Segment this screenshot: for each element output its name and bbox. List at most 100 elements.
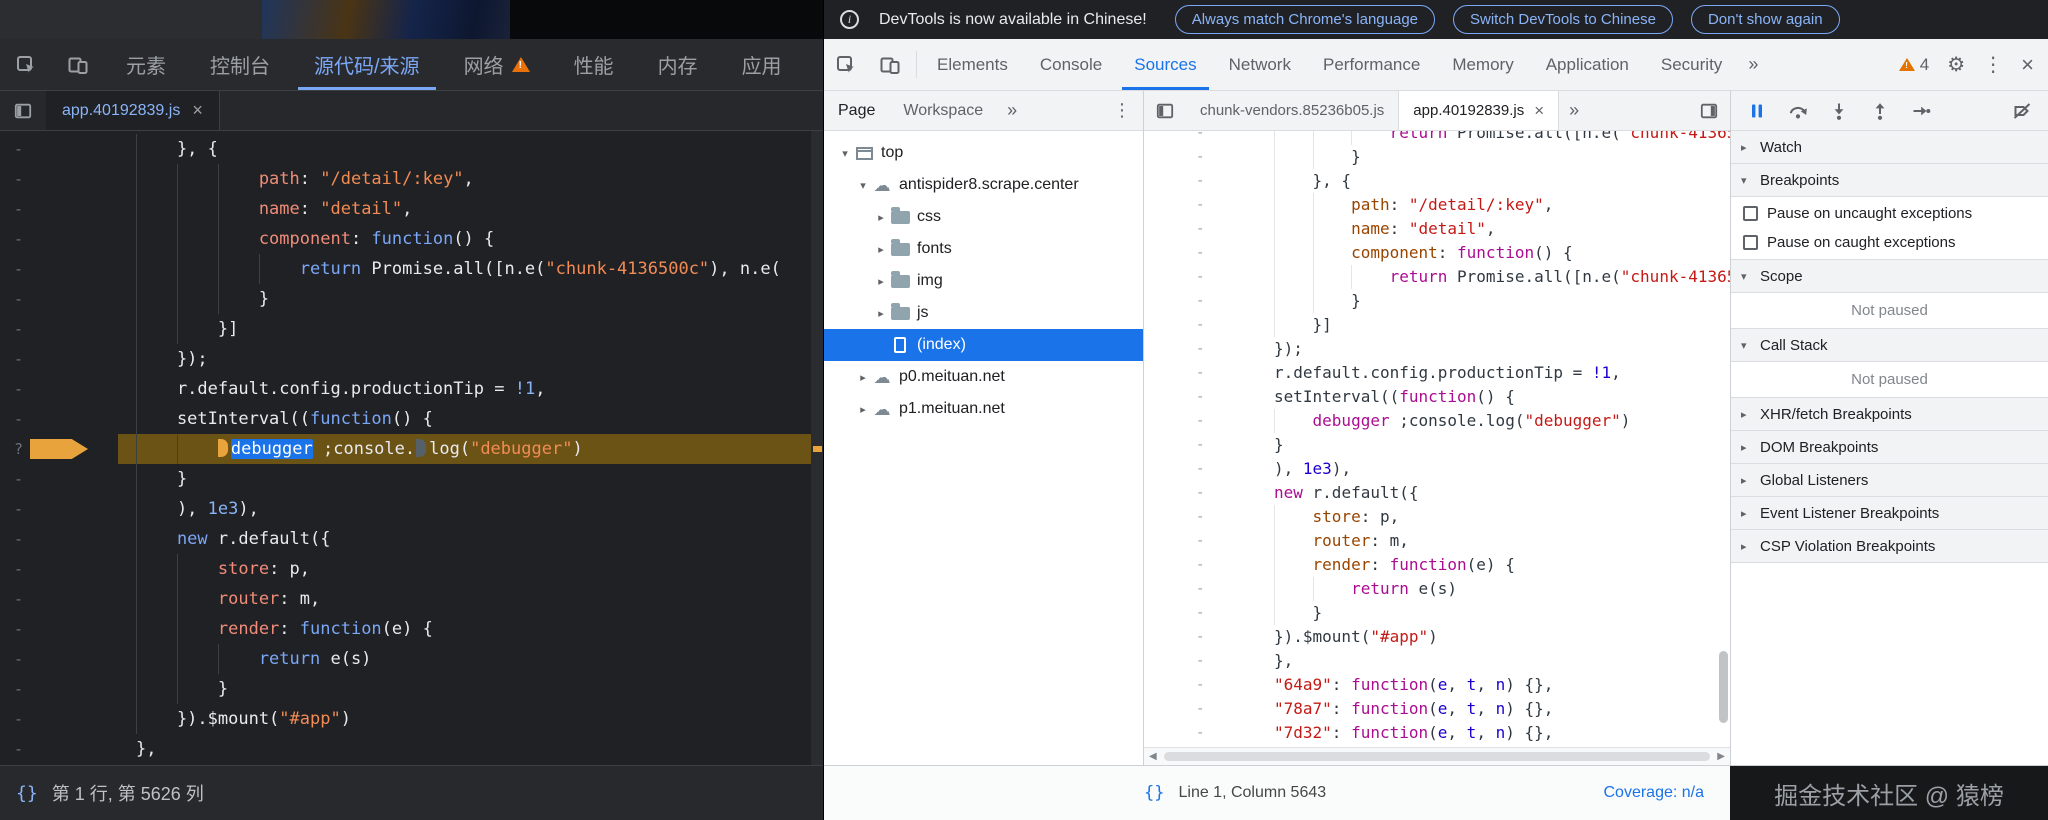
right-code-editor[interactable]: -return Promise.all([n.e("chunk-4136500c…: [1144, 131, 1730, 747]
deactivate-breakpoints-button[interactable]: [2012, 101, 2032, 121]
sidebar-section-scope[interactable]: ▾Scope: [1731, 260, 2048, 293]
close-devtools-icon[interactable]: ×: [2021, 52, 2034, 78]
inline-breakpoint-marker-active[interactable]: [218, 439, 228, 457]
right-tab-7[interactable]: Security: [1645, 39, 1738, 90]
code-line-20[interactable]: -}).$mount("#app"): [0, 704, 823, 734]
code-line-23[interactable]: -},: [1144, 649, 1730, 673]
line-gutter[interactable]: -: [0, 734, 118, 764]
sidebar-section-breakpoints[interactable]: ▾Breakpoints: [1731, 164, 2048, 197]
device-toolbar-icon[interactable]: [868, 39, 912, 90]
tree-item-js[interactable]: ▸js: [824, 297, 1143, 329]
infobar-button-1[interactable]: Switch DevTools to Chinese: [1453, 5, 1673, 34]
code-line-11[interactable]: ?debugger ;console.log("debugger"): [0, 434, 823, 464]
sidebar-toggle-icon[interactable]: [1700, 91, 1730, 130]
code-line-20[interactable]: -return e(s): [1144, 577, 1730, 601]
tree-item-top[interactable]: ▾top: [824, 137, 1143, 169]
line-gutter[interactable]: -: [0, 164, 118, 194]
line-gutter[interactable]: -: [1144, 721, 1274, 745]
code-line-9[interactable]: -}]: [1144, 313, 1730, 337]
code-line-6[interactable]: -component: function() {: [1144, 241, 1730, 265]
file-tab-1[interactable]: app.40192839.js×: [1399, 91, 1559, 130]
right-tab-6[interactable]: Application: [1530, 39, 1645, 90]
code-line-18[interactable]: -router: m,: [1144, 529, 1730, 553]
line-gutter[interactable]: -: [0, 704, 118, 734]
navigator-toggle-icon[interactable]: [1144, 91, 1186, 130]
file-tab-0[interactable]: chunk-vendors.85236b05.js: [1186, 91, 1399, 130]
sidebar-section-event-listener-breakpoints[interactable]: ▸Event Listener Breakpoints: [1731, 497, 2048, 530]
infobar-button-0[interactable]: Always match Chrome's language: [1175, 5, 1435, 34]
right-tab-4[interactable]: Performance: [1307, 39, 1436, 90]
tree-item-fonts[interactable]: ▸fonts: [824, 233, 1143, 265]
step-into-button[interactable]: [1829, 101, 1849, 121]
code-line-19[interactable]: -}: [0, 674, 823, 704]
close-file-tab-icon[interactable]: ×: [192, 100, 203, 121]
left-editor-scrollbar[interactable]: [811, 131, 823, 765]
code-line-14[interactable]: -}: [1144, 433, 1730, 457]
right-tab-1[interactable]: Console: [1024, 39, 1118, 90]
inspect-icon[interactable]: [824, 39, 868, 90]
chevron-right-icon[interactable]: ▸: [854, 403, 872, 416]
tree-item-p0-meituan-net[interactable]: ▸☁p0.meituan.net: [824, 361, 1143, 393]
line-gutter[interactable]: -: [0, 464, 118, 494]
line-gutter[interactable]: -: [1144, 529, 1274, 553]
settings-gear-icon[interactable]: ⚙: [1947, 52, 1965, 77]
vertical-scrollbar-thumb[interactable]: [1719, 651, 1728, 723]
code-line-21[interactable]: -}: [1144, 601, 1730, 625]
sidebar-section-global-listeners[interactable]: ▸Global Listeners: [1731, 464, 2048, 497]
line-gutter[interactable]: -: [1144, 649, 1274, 673]
code-line-15[interactable]: -), 1e3),: [1144, 457, 1730, 481]
tree-item-img[interactable]: ▸img: [824, 265, 1143, 297]
line-gutter[interactable]: -: [0, 224, 118, 254]
line-gutter[interactable]: -: [1144, 169, 1274, 193]
file-tabs-overflow-icon[interactable]: »: [1559, 91, 1589, 130]
line-gutter[interactable]: -: [1144, 145, 1274, 169]
code-line-13[interactable]: -debugger ;console.log("debugger"): [1144, 409, 1730, 433]
line-gutter[interactable]: -: [0, 554, 118, 584]
tree-item-antispider8-scrape-center[interactable]: ▾☁antispider8.scrape.center: [824, 169, 1143, 201]
code-line-7[interactable]: -return Promise.all([n.e("chunk-4136500c…: [1144, 265, 1730, 289]
line-gutter[interactable]: -: [1144, 577, 1274, 601]
checkbox-box[interactable]: [1743, 235, 1758, 250]
chevron-right-icon[interactable]: ▸: [872, 275, 890, 288]
navigator-menu-icon[interactable]: ⋮: [1101, 100, 1143, 121]
device-toolbar-icon[interactable]: [52, 39, 104, 90]
sidebar-section-csp-violation-breakpoints[interactable]: ▸CSP Violation Breakpoints: [1731, 530, 2048, 563]
code-line-5[interactable]: -name: "detail",: [1144, 217, 1730, 241]
tree-item--index-[interactable]: (index): [824, 329, 1143, 361]
checkbox-pause-on-uncaught-exceptions[interactable]: Pause on uncaught exceptions: [1731, 199, 2048, 228]
line-gutter[interactable]: -: [0, 614, 118, 644]
code-line-10[interactable]: -});: [1144, 337, 1730, 361]
line-gutter[interactable]: -: [1144, 601, 1274, 625]
code-line-12[interactable]: -}: [0, 464, 823, 494]
line-gutter[interactable]: -: [1144, 289, 1274, 313]
line-gutter[interactable]: -: [0, 344, 118, 374]
tree-item-css[interactable]: ▸css: [824, 201, 1143, 233]
tab-page[interactable]: Page: [824, 91, 889, 130]
code-line-22[interactable]: -}).$mount("#app"): [1144, 625, 1730, 649]
tree-item-p1-meituan-net[interactable]: ▸☁p1.meituan.net: [824, 393, 1143, 425]
code-line-19[interactable]: -render: function(e) {: [1144, 553, 1730, 577]
chevron-right-icon[interactable]: ▸: [872, 243, 890, 256]
line-gutter[interactable]: -: [1144, 505, 1274, 529]
right-tab-5[interactable]: Memory: [1436, 39, 1529, 90]
warning-badge[interactable]: 4: [1899, 55, 1929, 75]
navigator-overflow-icon[interactable]: »: [997, 100, 1027, 121]
sidebar-section-watch[interactable]: ▸Watch: [1731, 131, 2048, 164]
code-line-8[interactable]: -});: [0, 344, 823, 374]
left-tab-3[interactable]: 网络: [442, 39, 552, 90]
code-line-12[interactable]: -setInterval((function() {: [1144, 385, 1730, 409]
chevron-down-icon[interactable]: ▾: [854, 179, 872, 192]
line-gutter[interactable]: -: [1144, 241, 1274, 265]
step-button[interactable]: [1911, 101, 1931, 121]
code-line-3[interactable]: -name: "detail",: [0, 194, 823, 224]
code-line-18[interactable]: -return e(s): [0, 644, 823, 674]
line-gutter[interactable]: -: [1144, 361, 1274, 385]
code-line-1[interactable]: -return Promise.all([n.e("chunk-4136500c…: [1144, 131, 1730, 145]
line-gutter[interactable]: -: [1144, 625, 1274, 649]
code-line-21[interactable]: -},: [0, 734, 823, 764]
code-line-5[interactable]: -return Promise.all([n.e("chunk-4136500c…: [0, 254, 823, 284]
code-line-17[interactable]: -store: p,: [1144, 505, 1730, 529]
scroll-right-arrow[interactable]: ▶: [1717, 751, 1725, 762]
code-line-11[interactable]: -r.default.config.productionTip = !1,: [1144, 361, 1730, 385]
code-line-16[interactable]: -router: m,: [0, 584, 823, 614]
